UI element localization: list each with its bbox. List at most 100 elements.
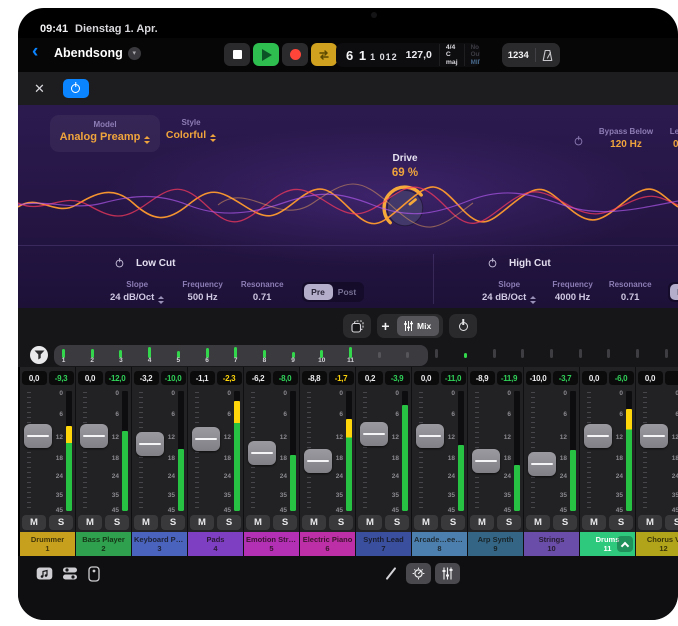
mute-button[interactable]: M [246, 515, 270, 530]
solo-button[interactable]: S [609, 515, 633, 530]
fader-value[interactable]: -8,9 [470, 371, 495, 385]
mute-button[interactable]: M [190, 515, 214, 530]
solo-button[interactable]: S [49, 515, 73, 530]
fader-handle[interactable] [80, 424, 108, 448]
peak-value[interactable]: -11,0 [441, 371, 466, 385]
track-label[interactable]: Chorus V 12 [636, 532, 678, 556]
project-title-menu[interactable]: Abendsong ▾ [54, 46, 141, 60]
pre-button[interactable]: Pre [304, 284, 333, 300]
play-button[interactable] [253, 43, 279, 66]
metronome-icon[interactable] [541, 49, 554, 62]
fader-value[interactable]: 0,0 [582, 371, 607, 385]
mute-button[interactable]: M [134, 515, 158, 530]
fader-value[interactable]: 0,2 [358, 371, 383, 385]
mute-button[interactable]: M [78, 515, 102, 530]
solo-button[interactable]: S [217, 515, 241, 530]
level-control[interactable]: Level 0.0 [658, 127, 678, 150]
fader-value[interactable]: -10,0 [526, 371, 551, 385]
peak-value[interactable]: -6,0 [609, 371, 634, 385]
record-button[interactable] [282, 43, 308, 66]
peak-value[interactable]: -12,0 [105, 371, 130, 385]
fader-handle[interactable] [528, 452, 556, 476]
fader-value[interactable]: -8,8 [302, 371, 327, 385]
track-label[interactable]: Strings 10 [524, 532, 579, 556]
solo-button[interactable]: S [385, 515, 409, 530]
high-cut-power-icon[interactable] [489, 260, 497, 268]
back-button[interactable]: ‹ [32, 41, 38, 63]
solo-button[interactable]: S [441, 515, 465, 530]
count-in-button[interactable]: 1234 [508, 50, 529, 61]
fader-value[interactable]: -1,1 [190, 371, 215, 385]
fader-value[interactable]: 0,0 [22, 371, 47, 385]
solo-button[interactable]: S [105, 515, 129, 530]
pre-button[interactable]: Pre [670, 284, 678, 300]
peak-value[interactable] [665, 371, 678, 385]
track-expand-button[interactable] [617, 536, 633, 552]
frequency-control[interactable]: Frequency 4000 Hz [552, 280, 592, 303]
track-label[interactable]: Electric Piano 6 [300, 532, 355, 556]
track-label[interactable]: Pads 4 [188, 532, 243, 556]
mute-button[interactable]: M [22, 515, 46, 530]
fader-handle[interactable] [248, 441, 276, 465]
mute-button[interactable]: M [470, 515, 494, 530]
fader-handle[interactable] [472, 449, 500, 473]
fader-handle[interactable] [640, 424, 668, 448]
plugins-icon[interactable] [62, 566, 78, 586]
bypass-below-control[interactable]: Bypass Below 120 Hz [596, 127, 656, 150]
track-label[interactable]: Keyboard Player 3 [132, 532, 187, 556]
bypass-power-icon[interactable] [574, 133, 583, 151]
track-label[interactable]: Emotion Strings 5 [244, 532, 299, 556]
peak-value[interactable]: -10,0 [161, 371, 186, 385]
style-selector[interactable]: Style Colorful [146, 118, 236, 142]
peak-value[interactable]: -2,3 [217, 371, 242, 385]
slope-control[interactable]: Slope 24 dB/Oct [110, 280, 164, 304]
browser-icon[interactable] [36, 566, 53, 586]
fader-handle[interactable] [416, 424, 444, 448]
cycle-button[interactable] [311, 43, 337, 66]
mixer-overview[interactable]: 1234567891011 [18, 344, 678, 367]
fader-handle[interactable] [192, 427, 220, 451]
model-selector[interactable]: Model Analog Preamp [50, 115, 160, 152]
count-in-group[interactable]: 1234 [502, 43, 560, 67]
mixer-view-button[interactable] [435, 563, 460, 584]
fader-value[interactable]: -6,2 [246, 371, 271, 385]
fader-value[interactable]: 0,0 [414, 371, 439, 385]
automation-button[interactable] [406, 563, 431, 584]
peak-value[interactable]: -3,7 [553, 371, 578, 385]
fader-handle[interactable] [360, 422, 388, 446]
track-label[interactable]: Synth Lead 7 [356, 532, 411, 556]
solo-button[interactable]: S [497, 515, 521, 530]
add-track-button[interactable]: + [381, 318, 389, 334]
resonance-control[interactable]: Resonance 0.71 [241, 280, 284, 303]
fader-handle[interactable] [304, 449, 332, 473]
mute-button[interactable]: M [302, 515, 326, 530]
duplicate-button[interactable] [343, 314, 371, 338]
solo-button[interactable]: S [329, 515, 353, 530]
mute-button[interactable]: M [358, 515, 382, 530]
track-label[interactable]: Bass Player 2 [76, 532, 131, 556]
resonance-control[interactable]: Resonance 0.71 [609, 280, 652, 303]
mix-toggle-button[interactable]: Mix [397, 316, 439, 336]
play-surfaces-icon[interactable] [88, 566, 100, 587]
track-label[interactable]: Arcade…eet Pad 8 [412, 532, 467, 556]
solo-button[interactable]: S [553, 515, 577, 530]
fader-handle[interactable] [24, 424, 52, 448]
low-cut-power-icon[interactable] [116, 260, 124, 268]
filter-funnel-icon[interactable] [30, 346, 48, 364]
fader-value[interactable]: 0,0 [638, 371, 663, 385]
fader-value[interactable]: 0,0 [78, 371, 103, 385]
slope-control[interactable]: Slope 24 dB/Oct [482, 280, 536, 304]
peak-value[interactable]: -3,9 [385, 371, 410, 385]
frequency-control[interactable]: Frequency 500 Hz [182, 280, 222, 303]
close-icon[interactable]: ✕ [34, 81, 45, 97]
track-label[interactable]: Arp Synth 9 [468, 532, 523, 556]
stop-button[interactable] [224, 43, 250, 66]
plugin-power-button[interactable] [63, 79, 89, 98]
peak-value[interactable]: -8,0 [273, 371, 298, 385]
mute-button[interactable]: M [638, 515, 662, 530]
track-label[interactable]: Drummer 1 [20, 532, 75, 556]
peak-value[interactable]: -11,9 [497, 371, 522, 385]
solo-button[interactable]: S [665, 515, 678, 530]
solo-button[interactable]: S [273, 515, 297, 530]
peak-value[interactable]: -9,3 [49, 371, 74, 385]
